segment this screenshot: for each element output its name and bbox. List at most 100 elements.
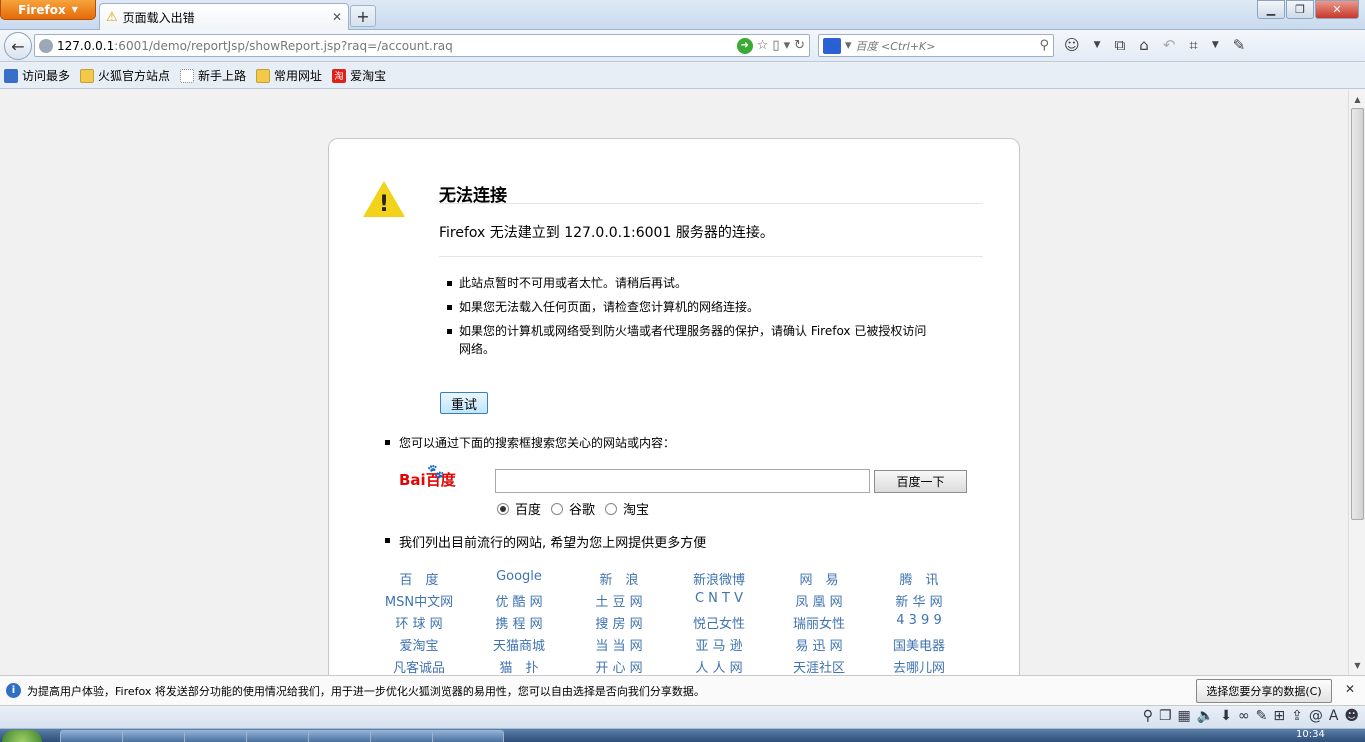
bookmark-firefox-site[interactable]: 火狐官方站点 (80, 67, 170, 84)
history-dropdown-icon[interactable]: ▾ (784, 38, 791, 53)
reload-icon[interactable]: ↻ (794, 38, 805, 53)
site-link[interactable]: 土 豆 网 (569, 591, 669, 610)
close-icon[interactable]: ✕ (1342, 682, 1358, 698)
url-path: :6001/demo/reportJsp/showReport.jsp?raq=… (114, 38, 453, 53)
minimize-button[interactable]: ▁ (1257, 0, 1285, 19)
maximize-button[interactable]: ❐ (1286, 0, 1314, 19)
site-link[interactable]: 猫 扑 (469, 657, 569, 675)
site-link[interactable]: Google (469, 569, 569, 586)
error-panel: ! 无法连接 Firefox 无法建立到 127.0.0.1:6001 服务器的… (328, 138, 1020, 675)
back-arrow-icon: ← (11, 36, 25, 56)
extension-icon[interactable]: ✎ (1233, 36, 1246, 54)
baidu-search-button[interactable]: 百度一下 (874, 470, 967, 493)
grid-icon[interactable]: ▦ (1178, 708, 1191, 724)
at-icon[interactable]: @ (1309, 708, 1323, 724)
user-icon[interactable]: ☻ (1344, 708, 1359, 724)
speaker-icon[interactable]: 🔈 (1197, 708, 1214, 724)
tab-active[interactable]: ⚠ 页面载入出错 ✕ (99, 3, 349, 30)
radio-dot[interactable] (551, 502, 564, 515)
engine-dropdown-icon[interactable]: ▾ (845, 38, 852, 53)
url-host: 127.0.0.1 (57, 38, 115, 53)
site-link[interactable]: 搜 房 网 (569, 613, 669, 632)
site-link[interactable]: 当 当 网 (569, 635, 669, 654)
site-link[interactable]: 亚 马 逊 (669, 635, 769, 654)
addon-face-icon[interactable]: ☺ (1064, 36, 1080, 54)
retry-button[interactable]: 重试 (440, 392, 488, 414)
site-link[interactable]: 去哪儿网 (869, 657, 969, 675)
new-tab-button[interactable]: + (350, 5, 376, 27)
site-link[interactable]: 腾 讯 (869, 569, 969, 588)
mobile-icon[interactable]: ▯ (772, 38, 779, 53)
site-link[interactable]: 百 度 (369, 569, 469, 588)
radio-dot[interactable] (497, 502, 509, 515)
scroll-up-icon[interactable]: ▲ (1349, 91, 1365, 107)
taskbar-app[interactable] (432, 730, 504, 742)
site-link[interactable]: 国美电器 (869, 635, 969, 654)
add-icon[interactable]: ⊞ (1273, 708, 1285, 724)
undo-icon[interactable]: ↶ (1163, 36, 1176, 54)
firefox-menu-button[interactable]: Firefox ▼ (0, 0, 96, 20)
site-link[interactable]: 新 浪 (569, 569, 669, 588)
site-link[interactable]: 人 人 网 (669, 657, 769, 675)
search-bar[interactable]: 🐾 ▾ 百度 <Ctrl+K> ⚲ (818, 34, 1054, 57)
tools-dropdown-icon[interactable]: ▼ (1212, 40, 1219, 50)
site-link[interactable]: 携 程 网 (469, 613, 569, 632)
site-link[interactable]: 易 迅 网 (769, 635, 869, 654)
search-icon[interactable]: ⚲ (1039, 38, 1049, 53)
home-icon[interactable]: ⌂ (1139, 36, 1149, 54)
page-content: ! 无法连接 Firefox 无法建立到 127.0.0.1:6001 服务器的… (0, 90, 1348, 675)
url-text[interactable]: 127.0.0.1:6001/demo/reportJsp/showReport… (57, 39, 733, 53)
site-link[interactable]: MSN中文网 (369, 591, 469, 610)
bookmark-aitaobao[interactable]: 淘 爱淘宝 (332, 67, 386, 84)
screenshot-icon[interactable]: ⧉ (1115, 36, 1126, 54)
site-link[interactable]: C N T V (669, 591, 769, 608)
search-icon[interactable]: ⚲ (1143, 708, 1153, 724)
baidu-search-input[interactable] (495, 469, 870, 493)
url-bar[interactable]: 127.0.0.1:6001/demo/reportJsp/showReport… (34, 34, 810, 57)
site-link[interactable]: 4 3 9 9 (869, 613, 969, 630)
site-link[interactable]: 爱淘宝 (369, 635, 469, 654)
scroll-down-icon[interactable]: ▼ (1349, 657, 1365, 673)
radio-dot[interactable] (605, 502, 618, 515)
bookmark-star-icon[interactable]: ☆ (757, 38, 769, 53)
bookmark-common-sites[interactable]: 常用网址 (256, 67, 322, 84)
site-link[interactable]: 悦己女性 (669, 613, 769, 632)
brush-icon[interactable]: ✎ (1256, 708, 1268, 724)
close-window-button[interactable]: ✕ (1315, 0, 1359, 19)
engine-radio-taobao[interactable]: 淘宝 (605, 499, 649, 518)
baidu-engine-icon[interactable]: 🐾 (823, 37, 841, 54)
site-link[interactable]: 凡客诚品 (369, 657, 469, 675)
share-icon[interactable]: ⇪ (1291, 708, 1303, 724)
site-link[interactable]: 瑞丽女性 (769, 613, 869, 632)
site-link[interactable]: 开 心 网 (569, 657, 669, 675)
font-icon[interactable]: A (1329, 708, 1339, 724)
site-link[interactable]: 凤 凰 网 (769, 591, 869, 610)
go-icon[interactable]: ➜ (736, 37, 753, 54)
tab-close-icon[interactable]: ✕ (332, 10, 342, 24)
back-button[interactable]: ← (4, 32, 32, 60)
title-bar: Firefox ▼ ⚠ 页面载入出错 ✕ + ▁ ❐ ✕ (0, 0, 1365, 30)
site-link[interactable]: 优 酷 网 (469, 591, 569, 610)
site-link[interactable]: 新浪微博 (669, 569, 769, 588)
engine-radio-google[interactable]: 谷歌 (551, 499, 595, 518)
engine-radio-baidu[interactable]: 百度 (497, 499, 541, 518)
site-link[interactable]: 环 球 网 (369, 613, 469, 632)
start-button[interactable] (2, 730, 42, 742)
crop-icon[interactable]: ⌗ (1189, 36, 1197, 54)
glasses-icon[interactable]: ∞ (1238, 708, 1250, 724)
vertical-scrollbar[interactable]: ▲ ▼ (1348, 90, 1365, 675)
download-icon[interactable]: ⬇ (1220, 708, 1232, 724)
site-link[interactable]: 天涯社区 (769, 657, 869, 675)
site-identity-icon[interactable] (39, 38, 53, 53)
site-link[interactable]: 网 易 (769, 569, 869, 588)
site-link[interactable]: 新 华 网 (869, 591, 969, 610)
bookmark-getting-started[interactable]: 新手上路 (180, 67, 246, 84)
share-data-button[interactable]: 选择您要分享的数据(C) (1196, 679, 1332, 703)
bookmark-most-visited[interactable]: 访问最多 (4, 67, 70, 84)
error-description: Firefox 无法建立到 127.0.0.1:6001 服务器的连接。 (439, 225, 774, 241)
site-link[interactable]: 天猫商城 (469, 635, 569, 654)
addon-dropdown-icon[interactable]: ▼ (1094, 40, 1101, 50)
scroll-thumb[interactable] (1351, 108, 1364, 520)
window-icon[interactable]: ❐ (1159, 708, 1172, 724)
notification-message: 为提高用户体验，Firefox 将发送部分功能的使用情况给我们，用于进一步优化火… (27, 684, 705, 698)
